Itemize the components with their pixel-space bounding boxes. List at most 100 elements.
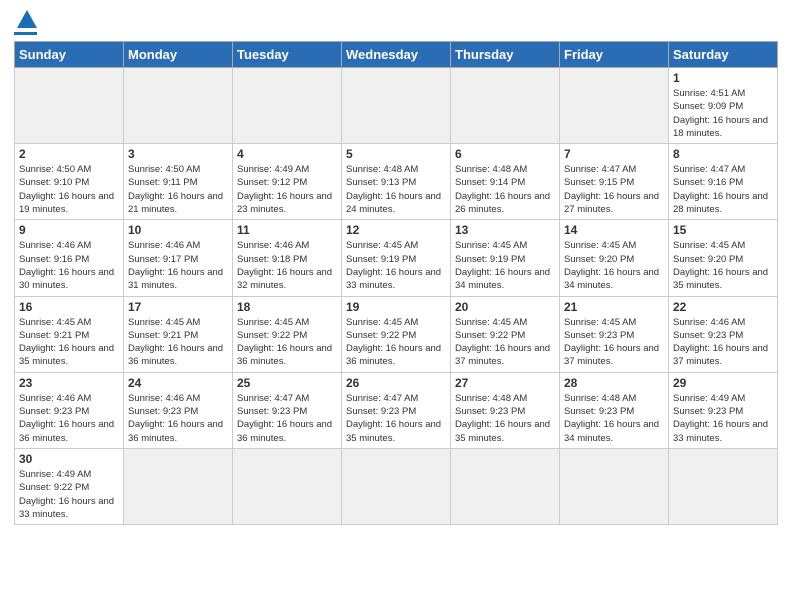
day-number: 17 — [128, 300, 228, 314]
calendar-day-cell — [560, 448, 669, 524]
header-wednesday: Wednesday — [342, 42, 451, 68]
day-info: Sunrise: 4:50 AM Sunset: 9:11 PM Dayligh… — [128, 163, 228, 216]
calendar-day-cell: 17 Sunrise: 4:45 AM Sunset: 9:21 PM Dayli… — [124, 296, 233, 372]
day-info: Sunrise: 4:46 AM Sunset: 9:23 PM Dayligh… — [673, 316, 773, 369]
calendar-day-cell: 29Sunrise: 4:49 AM Sunset: 9:23 PM Dayli… — [669, 372, 778, 448]
day-number: 14 — [564, 223, 664, 237]
day-info: Sunrise: 4:48 AM Sunset: 9:14 PM Dayligh… — [455, 163, 555, 216]
day-info: Sunrise: 4:46 AM Sunset: 9:23 PM Dayligh… — [19, 392, 119, 445]
calendar-day-cell: 13 Sunrise: 4:45 AM Sunset: 9:19 PM Dayli… — [451, 220, 560, 296]
day-number: 20 — [455, 300, 555, 314]
day-number: 28 — [564, 376, 664, 390]
calendar-week-row: 16 Sunrise: 4:45 AM Sunset: 9:21 PM Dayli… — [15, 296, 778, 372]
calendar-day-cell: 11 Sunrise: 4:46 AM Sunset: 9:18 PM Dayli… — [233, 220, 342, 296]
day-info: Sunrise: 4:48 AM Sunset: 9:13 PM Dayligh… — [346, 163, 446, 216]
calendar-day-cell: 21 Sunrise: 4:45 AM Sunset: 9:23 PM Dayli… — [560, 296, 669, 372]
day-number: 2 — [19, 147, 119, 161]
calendar-day-cell: 30Sunrise: 4:49 AM Sunset: 9:22 PM Dayli… — [15, 448, 124, 524]
calendar-day-cell: 23 Sunrise: 4:46 AM Sunset: 9:23 PM Dayli… — [15, 372, 124, 448]
day-number: 22 — [673, 300, 773, 314]
logo — [14, 10, 37, 35]
day-number: 18 — [237, 300, 337, 314]
day-number: 24 — [128, 376, 228, 390]
header — [14, 10, 778, 35]
day-info: Sunrise: 4:47 AM Sunset: 9:16 PM Dayligh… — [673, 163, 773, 216]
calendar-day-cell: 24 Sunrise: 4:46 AM Sunset: 9:23 PM Dayli… — [124, 372, 233, 448]
day-number: 7 — [564, 147, 664, 161]
calendar-day-cell — [15, 68, 124, 144]
day-number: 4 — [237, 147, 337, 161]
day-number: 26 — [346, 376, 446, 390]
day-info: Sunrise: 4:45 AM Sunset: 9:21 PM Dayligh… — [128, 316, 228, 369]
day-info: Sunrise: 4:48 AM Sunset: 9:23 PM Dayligh… — [564, 392, 664, 445]
header-monday: Monday — [124, 42, 233, 68]
day-info: Sunrise: 4:46 AM Sunset: 9:17 PM Dayligh… — [128, 239, 228, 292]
day-info: Sunrise: 4:45 AM Sunset: 9:22 PM Dayligh… — [346, 316, 446, 369]
day-info: Sunrise: 4:46 AM Sunset: 9:18 PM Dayligh… — [237, 239, 337, 292]
day-number: 23 — [19, 376, 119, 390]
calendar-day-cell: 16Sunrise: 4:45 AM Sunset: 9:21 PM Dayli… — [15, 296, 124, 372]
day-number: 5 — [346, 147, 446, 161]
calendar-day-cell: 25 Sunrise: 4:47 AM Sunset: 9:23 PM Dayli… — [233, 372, 342, 448]
day-number: 13 — [455, 223, 555, 237]
calendar-day-cell — [342, 68, 451, 144]
day-number: 9 — [19, 223, 119, 237]
day-number: 21 — [564, 300, 664, 314]
day-number: 10 — [128, 223, 228, 237]
calendar-day-cell — [233, 448, 342, 524]
day-number: 15 — [673, 223, 773, 237]
header-sunday: Sunday — [15, 42, 124, 68]
day-info: Sunrise: 4:45 AM Sunset: 9:20 PM Dayligh… — [564, 239, 664, 292]
calendar-day-cell — [451, 448, 560, 524]
calendar-day-cell — [669, 448, 778, 524]
day-info: Sunrise: 4:47 AM Sunset: 9:23 PM Dayligh… — [237, 392, 337, 445]
calendar-table: Sunday Monday Tuesday Wednesday Thursday… — [14, 41, 778, 525]
header-tuesday: Tuesday — [233, 42, 342, 68]
day-info: Sunrise: 4:50 AM Sunset: 9:10 PM Dayligh… — [19, 163, 119, 216]
day-info: Sunrise: 4:45 AM Sunset: 9:23 PM Dayligh… — [564, 316, 664, 369]
calendar-day-cell: 27Sunrise: 4:48 AM Sunset: 9:23 PM Dayli… — [451, 372, 560, 448]
header-saturday: Saturday — [669, 42, 778, 68]
day-number: 19 — [346, 300, 446, 314]
calendar-day-cell: 9 Sunrise: 4:46 AM Sunset: 9:16 PM Daylig… — [15, 220, 124, 296]
day-info: Sunrise: 4:46 AM Sunset: 9:16 PM Dayligh… — [19, 239, 119, 292]
calendar-day-cell: 26 Sunrise: 4:47 AM Sunset: 9:23 PM Dayli… — [342, 372, 451, 448]
calendar-day-cell: 19 Sunrise: 4:45 AM Sunset: 9:22 PM Dayli… — [342, 296, 451, 372]
calendar-week-row: 2 Sunrise: 4:50 AM Sunset: 9:10 PM Daylig… — [15, 144, 778, 220]
calendar-day-cell: 12Sunrise: 4:45 AM Sunset: 9:19 PM Dayli… — [342, 220, 451, 296]
day-info: Sunrise: 4:47 AM Sunset: 9:23 PM Dayligh… — [346, 392, 446, 445]
day-info: Sunrise: 4:46 AM Sunset: 9:23 PM Dayligh… — [128, 392, 228, 445]
day-number: 11 — [237, 223, 337, 237]
calendar-day-cell: 8Sunrise: 4:47 AM Sunset: 9:16 PM Daylig… — [669, 144, 778, 220]
calendar-day-cell — [342, 448, 451, 524]
calendar-day-cell — [124, 68, 233, 144]
day-number: 1 — [673, 71, 773, 85]
day-info: Sunrise: 4:45 AM Sunset: 9:19 PM Dayligh… — [455, 239, 555, 292]
header-thursday: Thursday — [451, 42, 560, 68]
calendar-day-cell — [560, 68, 669, 144]
day-number: 6 — [455, 147, 555, 161]
calendar-day-cell: 7Sunrise: 4:47 AM Sunset: 9:15 PM Daylig… — [560, 144, 669, 220]
calendar-day-cell: 15Sunrise: 4:45 AM Sunset: 9:20 PM Dayli… — [669, 220, 778, 296]
calendar-week-row: 30Sunrise: 4:49 AM Sunset: 9:22 PM Dayli… — [15, 448, 778, 524]
day-number: 25 — [237, 376, 337, 390]
calendar-day-cell: 20 Sunrise: 4:45 AM Sunset: 9:22 PM Dayli… — [451, 296, 560, 372]
weekday-header-row: Sunday Monday Tuesday Wednesday Thursday… — [15, 42, 778, 68]
calendar-day-cell — [233, 68, 342, 144]
calendar-day-cell — [124, 448, 233, 524]
calendar-day-cell: 2 Sunrise: 4:50 AM Sunset: 9:10 PM Daylig… — [15, 144, 124, 220]
calendar-day-cell: 18 Sunrise: 4:45 AM Sunset: 9:22 PM Dayli… — [233, 296, 342, 372]
logo-triangle-icon — [17, 10, 37, 28]
day-info: Sunrise: 4:49 AM Sunset: 9:12 PM Dayligh… — [237, 163, 337, 216]
day-info: Sunrise: 4:45 AM Sunset: 9:22 PM Dayligh… — [237, 316, 337, 369]
day-info: Sunrise: 4:45 AM Sunset: 9:22 PM Dayligh… — [455, 316, 555, 369]
day-info: Sunrise: 4:49 AM Sunset: 9:23 PM Dayligh… — [673, 392, 773, 445]
logo-underline — [14, 32, 37, 35]
calendar-week-row: 23 Sunrise: 4:46 AM Sunset: 9:23 PM Dayli… — [15, 372, 778, 448]
calendar-day-cell: 5 Sunrise: 4:48 AM Sunset: 9:13 PM Daylig… — [342, 144, 451, 220]
day-info: Sunrise: 4:49 AM Sunset: 9:22 PM Dayligh… — [19, 468, 119, 521]
calendar-week-row: 1Sunrise: 4:51 AM Sunset: 9:09 PM Daylig… — [15, 68, 778, 144]
calendar-day-cell: 1Sunrise: 4:51 AM Sunset: 9:09 PM Daylig… — [669, 68, 778, 144]
day-info: Sunrise: 4:45 AM Sunset: 9:19 PM Dayligh… — [346, 239, 446, 292]
day-number: 16 — [19, 300, 119, 314]
